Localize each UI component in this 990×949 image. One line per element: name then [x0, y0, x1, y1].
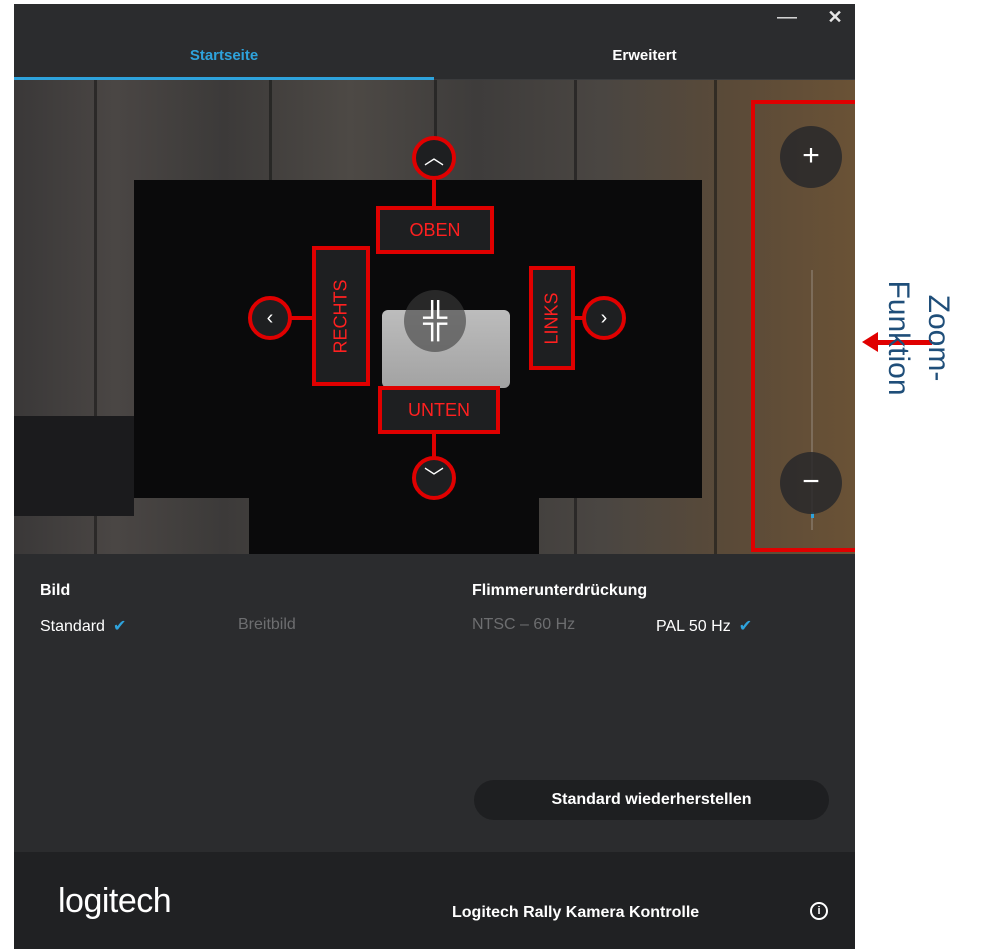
zoom-highlight-frame — [751, 100, 855, 552]
label-rechts: RECHTS — [312, 246, 370, 386]
label-links-text: LINKS — [541, 291, 562, 345]
tab-bar: Startseite Erweitert — [14, 42, 855, 80]
pan-up-button[interactable]: ︿ — [412, 136, 456, 180]
option-standard[interactable]: Standard ✔ — [40, 616, 126, 636]
connector-line — [432, 180, 436, 206]
label-oben: OBEN — [376, 206, 494, 254]
pan-down-button[interactable]: ﹀ — [412, 456, 456, 500]
crosshair-icon: ╬ — [422, 301, 448, 339]
zoom-annotation-label: Zoom-Funktion — [882, 263, 958, 413]
chevron-down-icon: ﹀ — [424, 467, 444, 489]
label-unten: UNTEN — [378, 386, 500, 434]
chevron-up-icon: ︿ — [424, 147, 444, 169]
pan-right-button[interactable]: › — [582, 296, 626, 340]
checkmark-icon: ✔ — [112, 618, 127, 635]
tab-startseite[interactable]: Startseite — [14, 42, 434, 80]
minimize-icon[interactable]: — — [772, 6, 802, 28]
title-bar: — ✕ — [14, 4, 855, 34]
label-unten-text: UNTEN — [408, 399, 470, 420]
connector-line — [290, 316, 312, 320]
chevron-left-icon: ‹ — [266, 307, 274, 329]
footer: logitech Logitech Rally Kamera Kontrolle… — [14, 852, 855, 949]
flicker-title: Flimmerunterdrückung — [472, 582, 648, 599]
info-icon[interactable]: i — [810, 902, 828, 920]
annotation-arrow-icon — [862, 332, 878, 352]
option-ntsc[interactable]: NTSC – 60 Hz — [472, 616, 575, 634]
tab-erweitert[interactable]: Erweitert — [434, 42, 855, 80]
reset-defaults-button[interactable]: Standard wiederherstellen — [474, 780, 829, 820]
label-rechts-text: RECHTS — [330, 278, 351, 354]
app-title: Logitech Rally Kamera Kontrolle — [452, 904, 700, 921]
monitor-stand-in-view — [249, 498, 539, 554]
settings-panel: Bild Standard ✔ Breitbild Flimmerunterdrü… — [14, 554, 855, 852]
connector-line — [432, 434, 436, 458]
shadow-in-view — [14, 416, 134, 516]
option-pal[interactable]: PAL 50 Hz ✔ — [656, 616, 752, 636]
bild-title: Bild — [40, 582, 71, 599]
option-breitbild[interactable]: Breitbild — [238, 616, 296, 634]
camera-preview: ︿ OBEN ‹ RECHTS ╬ LINKS › UNTEN ﹀ + − — [14, 80, 855, 554]
wall-panel-line — [714, 80, 717, 554]
center-reset-button[interactable]: ╬ — [404, 290, 466, 352]
label-oben-text: OBEN — [409, 219, 461, 240]
chevron-right-icon: › — [600, 307, 608, 329]
label-links: LINKS — [529, 266, 575, 370]
pan-left-button[interactable]: ‹ — [248, 296, 292, 340]
logitech-logo: logitech — [58, 882, 172, 920]
close-icon[interactable]: ✕ — [820, 6, 850, 28]
option-pal-label: PAL 50 Hz — [656, 618, 731, 635]
checkmark-icon: ✔ — [738, 618, 753, 635]
option-breitbild-label: Breitbild — [238, 616, 296, 633]
option-standard-label: Standard — [40, 618, 105, 635]
zoom-annotation-text: Zoom-Funktion — [882, 280, 955, 396]
option-ntsc-label: NTSC – 60 Hz — [472, 616, 576, 633]
app-window: — ✕ Startseite Erweitert ︿ OBEN ‹ RECHTS — [14, 4, 855, 949]
